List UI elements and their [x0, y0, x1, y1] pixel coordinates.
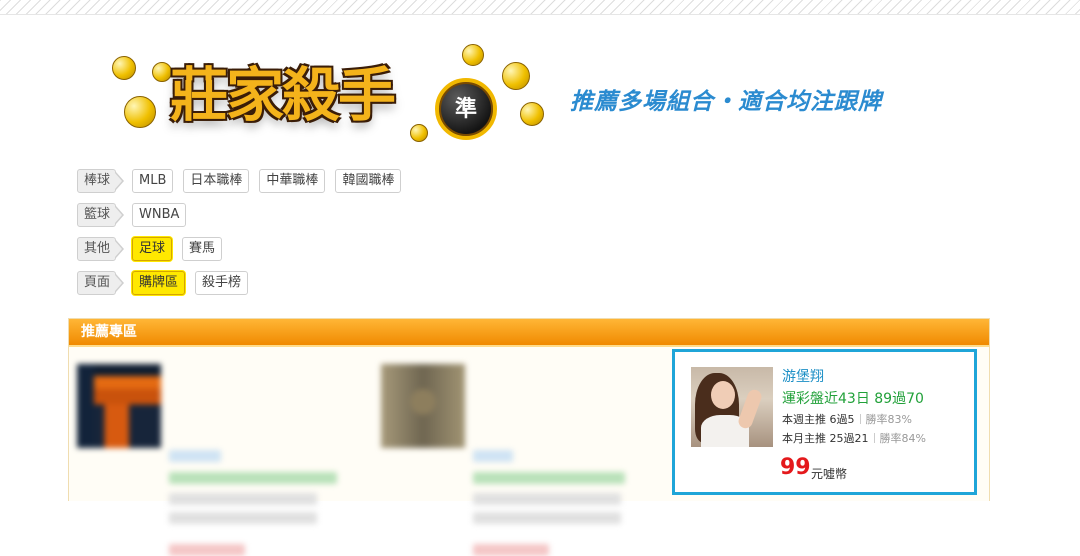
blurred-stat — [473, 512, 621, 524]
tipster-card-blurred[interactable] — [77, 364, 377, 556]
avatar — [77, 364, 161, 448]
blurred-record — [169, 472, 337, 484]
filter-category-label: 其他 — [77, 237, 125, 261]
tipster-photo[interactable] — [691, 367, 773, 447]
photo-arm — [736, 387, 764, 431]
logo-badge: 準 — [435, 78, 497, 140]
tab-killer-ranking[interactable]: 殺手榜 — [195, 271, 249, 295]
blurred-record — [473, 472, 625, 484]
tipster-record: 運彩盤近43日 89過70 — [782, 391, 924, 407]
coin-icon — [410, 124, 428, 142]
blurred-price — [169, 544, 245, 556]
coin-icon — [124, 96, 156, 128]
logo-title: 莊家殺手 — [170, 61, 396, 129]
coin-icon — [520, 102, 544, 126]
blurred-stat — [169, 493, 317, 505]
site-logo[interactable]: 莊家殺手 準 — [110, 38, 544, 148]
header-slogan: 推薦多場組合・適合均注跟牌 — [570, 89, 882, 115]
coin-icon — [112, 56, 136, 80]
filter-kbo-button[interactable]: 韓國職棒 — [335, 169, 402, 193]
avatar — [381, 364, 465, 448]
filter-npb-button[interactable]: 日本職棒 — [183, 169, 250, 193]
tipster-card-featured[interactable]: 游堡翔 運彩盤近43日 89過70 本週主推 6過5 勝率83% 本月主推 25過… — [672, 349, 977, 495]
price-unit: 元噓幣 — [811, 467, 848, 481]
filter-wnba-button[interactable]: WNBA — [132, 203, 187, 227]
coin-icon — [152, 62, 172, 82]
filter-row-other: 其他 足球 賽馬 — [77, 232, 411, 266]
tipster-card-blurred[interactable] — [381, 364, 681, 556]
monthly-rate: 勝率84% — [879, 432, 926, 445]
filter-cpbl-button[interactable]: 中華職棒 — [259, 169, 326, 193]
divider — [873, 433, 875, 443]
filter-category-label: 籃球 — [77, 203, 125, 227]
price-value: 99 — [780, 455, 811, 480]
photo-face — [711, 381, 735, 409]
panel-title: 推薦專區 — [69, 319, 989, 347]
blurred-stat — [169, 512, 317, 524]
filter-row-page: 頁面 購牌區 殺手榜 — [77, 266, 411, 300]
filter-category-label: 頁面 — [77, 271, 125, 295]
filter-row-basketball: 籃球 WNBA — [77, 198, 411, 232]
top-border — [0, 0, 1080, 15]
blurred-name — [169, 450, 221, 462]
filter-nav: 棒球 MLB 日本職棒 中華職棒 韓國職棒 籃球 WNBA 其他 足球 賽馬 頁… — [77, 164, 411, 300]
coin-icon — [462, 44, 484, 66]
weekly-record: 本週主推 6過5 — [782, 413, 855, 426]
filter-mlb-button[interactable]: MLB — [132, 169, 174, 193]
blurred-price — [473, 544, 549, 556]
coin-icon — [502, 62, 530, 90]
filter-row-baseball: 棒球 MLB 日本職棒 中華職棒 韓國職棒 — [77, 164, 411, 198]
blurred-stat — [473, 493, 621, 505]
filter-category-label: 棒球 — [77, 169, 125, 193]
filter-horse-racing-button[interactable]: 賽馬 — [182, 237, 223, 261]
page-header: 莊家殺手 準 推薦多場組合・適合均注跟牌 — [110, 38, 940, 148]
monthly-stat: 本月主推 25過21 勝率84% — [782, 430, 926, 446]
weekly-stat: 本週主推 6過5 勝率83% — [782, 411, 912, 427]
monthly-record: 本月主推 25過21 — [782, 432, 869, 445]
tab-purchase-area[interactable]: 購牌區 — [132, 271, 186, 295]
divider — [859, 414, 861, 424]
weekly-rate: 勝率83% — [865, 413, 912, 426]
blurred-name — [473, 450, 513, 462]
tipster-name-link[interactable]: 游堡翔 — [782, 366, 824, 386]
filter-soccer-button[interactable]: 足球 — [132, 237, 173, 261]
